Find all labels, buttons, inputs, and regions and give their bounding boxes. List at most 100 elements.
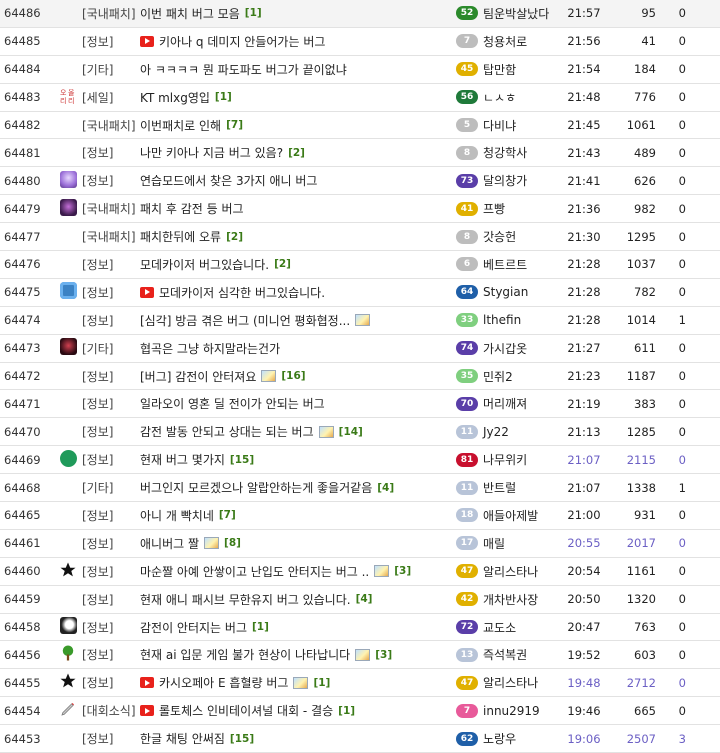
table-row[interactable]: 64476 [정보] 모데카이저 버그있습니다. [2] 6 베트르트 21:28 1037 0 xyxy=(0,251,720,279)
post-title-link[interactable]: 협곡은 그냥 하지말라는건가 xyxy=(140,340,280,357)
table-row[interactable]: 64472 [정보] [버그] 감전이 안터져요 [16] 35 민쥐2 21:23 1187… xyxy=(0,363,720,391)
author-name[interactable]: 탑만함 xyxy=(483,61,516,78)
post-title-cell[interactable]: [심각] 방금 겪은 버그 (미니언 평화협정... xyxy=(140,312,456,329)
post-title-link[interactable]: 나만 키아나 지금 버그 있음? xyxy=(140,144,283,161)
comment-count[interactable]: [1] xyxy=(313,677,330,689)
post-title-link[interactable]: 애니버그 짤 xyxy=(140,535,199,552)
post-title-cell[interactable]: KT mlxg영입 [1] xyxy=(140,89,456,106)
author-name[interactable]: 가시갑옷 xyxy=(483,340,527,357)
post-title-link[interactable]: 연습모드에서 찾은 3가지 애니 버그 xyxy=(140,172,317,189)
post-author-cell[interactable]: 52 팀운박살났다 xyxy=(456,5,562,22)
author-name[interactable]: 머리깨져 xyxy=(483,395,527,412)
author-name[interactable]: 달의창가 xyxy=(483,172,527,189)
post-author-cell[interactable]: 7 innu2919 xyxy=(456,703,562,718)
post-title-link[interactable]: 패치 후 감전 등 버그 xyxy=(140,200,244,217)
table-row[interactable]: 64485 [정보] 키아나 q 데미지 안들어가는 버그 7 청용처로 21:56 41 0 xyxy=(0,28,720,56)
post-title-cell[interactable]: 감전이 안터지는 버그 [1] xyxy=(140,619,456,636)
author-name[interactable]: 매릴 xyxy=(483,535,505,552)
post-title-link[interactable]: 일라오이 영혼 딜 전이가 안되는 버그 xyxy=(140,395,325,412)
comment-count[interactable]: [2] xyxy=(226,231,243,243)
post-title-cell[interactable]: 협곡은 그냥 하지말라는건가 xyxy=(140,340,456,357)
comment-count[interactable]: [3] xyxy=(394,565,411,577)
comment-count[interactable]: [2] xyxy=(288,147,305,159)
post-title-cell[interactable]: 이번 패치 버그 모음 [1] xyxy=(140,5,456,22)
comment-count[interactable]: [2] xyxy=(274,258,291,270)
post-title-cell[interactable]: 마순짤 아예 안쌓이고 난입도 안터지는 버그 .. [3] xyxy=(140,563,456,580)
post-title-cell[interactable]: 버그인지 모르겠으나 알랍안하는게 좋을거같음 [4] xyxy=(140,479,456,496)
post-author-cell[interactable]: 17 매릴 xyxy=(456,535,562,552)
post-author-cell[interactable]: 7 청용처로 xyxy=(456,33,562,50)
author-name[interactable]: Stygian xyxy=(483,285,528,299)
post-author-cell[interactable]: 33 lthefin xyxy=(456,313,562,328)
post-title-cell[interactable]: 한글 채팅 안써짐 [15] xyxy=(140,730,456,747)
author-name[interactable]: 팀운박살났다 xyxy=(483,5,549,22)
post-author-cell[interactable]: 8 갓승헌 xyxy=(456,228,562,245)
post-title-cell[interactable]: 애니버그 짤 [8] xyxy=(140,535,456,552)
post-author-cell[interactable]: 47 알리스타나 xyxy=(456,563,562,580)
post-author-cell[interactable]: 18 애들아제발 xyxy=(456,507,562,524)
author-name[interactable]: 베트르트 xyxy=(483,256,527,273)
comment-count[interactable]: [1] xyxy=(338,705,355,717)
comment-count[interactable]: [7] xyxy=(219,509,236,521)
post-title-cell[interactable]: 일라오이 영혼 딜 전이가 안되는 버그 xyxy=(140,395,456,412)
post-title-cell[interactable]: 모데카이저 버그있습니다. [2] xyxy=(140,256,456,273)
post-title-link[interactable]: 현재 ai 입문 게임 불가 현상이 나타납니다 xyxy=(140,646,350,663)
author-name[interactable]: 청강학사 xyxy=(483,144,527,161)
post-title-cell[interactable]: 아니 개 빡치네 [7] xyxy=(140,507,456,524)
post-author-cell[interactable]: 8 청강학사 xyxy=(456,144,562,161)
post-title-cell[interactable]: 카시오페아 E 흡혈량 버그 [1] xyxy=(140,674,456,691)
author-name[interactable]: 반트럴 xyxy=(483,479,516,496)
post-title-link[interactable]: 한글 채팅 안써짐 xyxy=(140,730,225,747)
post-author-cell[interactable]: 56 ㄴㅅㅎ xyxy=(456,89,562,106)
table-row[interactable]: 64456 [정보] 현재 ai 입문 게임 불가 현상이 나타납니다 [3] 13 즉석… xyxy=(0,641,720,670)
post-author-cell[interactable]: 64 Stygian xyxy=(456,285,562,300)
table-row[interactable]: 64454 [대회소식] 롤토체스 인비테이셔널 대회 - 결승 [1] 7 innu29… xyxy=(0,697,720,726)
post-title-cell[interactable]: 모데카이저 심각한 버그있습니다. xyxy=(140,284,456,301)
post-title-cell[interactable]: 연습모드에서 찾은 3가지 애니 버그 xyxy=(140,172,456,189)
post-title-link[interactable]: 키아나 q 데미지 안들어가는 버그 xyxy=(159,33,325,50)
author-name[interactable]: 애들아제발 xyxy=(483,507,538,524)
comment-count[interactable]: [4] xyxy=(377,482,394,494)
post-title-link[interactable]: 패치한뒤에 오류 xyxy=(140,228,221,245)
post-title-cell[interactable]: 현재 애니 패시브 무한유지 버그 있습니다. [4] xyxy=(140,591,456,608)
author-name[interactable]: 개차반사장 xyxy=(483,591,538,608)
post-author-cell[interactable]: 41 프빵 xyxy=(456,200,562,217)
author-name[interactable]: 나무위키 xyxy=(483,451,527,468)
author-name[interactable]: 다비냐 xyxy=(483,117,516,134)
post-author-cell[interactable]: 47 알리스타나 xyxy=(456,674,562,691)
author-name[interactable]: ㄴㅅㅎ xyxy=(483,89,516,106)
table-row[interactable]: 64480 [정보] 연습모드에서 찾은 3가지 애니 버그 73 달의창가 21:41 6… xyxy=(0,167,720,196)
author-name[interactable]: 청용처로 xyxy=(483,33,527,50)
author-name[interactable]: 노랑우 xyxy=(483,730,516,747)
comment-count[interactable]: [1] xyxy=(245,7,262,19)
post-title-link[interactable]: 현재 애니 패시브 무한유지 버그 있습니다. xyxy=(140,591,351,608)
author-name[interactable]: lthefin xyxy=(483,313,521,327)
post-title-cell[interactable]: [버그] 감전이 안터져요 [16] xyxy=(140,368,456,385)
comment-count[interactable]: [15] xyxy=(230,454,254,466)
table-row[interactable]: 64474 [정보] [심각] 방금 겪은 버그 (미니언 평화협정... 33 lth… xyxy=(0,307,720,335)
table-row[interactable]: 64459 [정보] 현재 애니 패시브 무한유지 버그 있습니다. [4] 42 개차반… xyxy=(0,586,720,614)
post-author-cell[interactable]: 11 Jy22 xyxy=(456,424,562,439)
author-name[interactable]: Jy22 xyxy=(483,425,509,439)
post-author-cell[interactable]: 62 노랑우 xyxy=(456,730,562,747)
post-title-link[interactable]: 이번 패치 버그 모음 xyxy=(140,5,240,22)
author-name[interactable]: 알리스타나 xyxy=(483,563,538,580)
table-row[interactable]: 64481 [정보] 나만 키아나 지금 버그 있음? [2] 8 청강학사 21:43 48… xyxy=(0,139,720,168)
post-author-cell[interactable]: 72 교도소 xyxy=(456,619,562,636)
author-name[interactable]: 프빵 xyxy=(483,200,505,217)
table-row[interactable]: 64475 [정보] 모데카이저 심각한 버그있습니다. 64 Stygian 21:28… xyxy=(0,279,720,307)
post-title-cell[interactable]: 감전 발동 안되고 상대는 되는 버그 [14] xyxy=(140,423,456,440)
author-name[interactable]: 교도소 xyxy=(483,619,516,636)
post-title-link[interactable]: 카시오페아 E 흡혈량 버그 xyxy=(159,674,288,691)
post-title-link[interactable]: 롤토체스 인비테이셔널 대회 - 결승 xyxy=(159,702,333,719)
author-name[interactable]: 갓승헌 xyxy=(483,228,516,245)
post-author-cell[interactable]: 81 나무위키 xyxy=(456,451,562,468)
comment-count[interactable]: [7] xyxy=(226,119,243,131)
table-row[interactable]: 64483 오 리 올 리 [세일] KT mlxg영입 [1] 56 ㄴㅅㅎ 21:48 776 0 xyxy=(0,84,720,112)
post-author-cell[interactable]: 42 개차반사장 xyxy=(456,591,562,608)
post-title-link[interactable]: 모데카이저 버그있습니다. xyxy=(140,256,269,273)
table-row[interactable]: 64470 [정보] 감전 발동 안되고 상대는 되는 버그 [14] 11 Jy22 21… xyxy=(0,418,720,447)
post-title-link[interactable]: 모데카이저 심각한 버그있습니다. xyxy=(159,284,325,301)
table-row[interactable]: 64460 [정보] 마순짤 아예 안쌓이고 난입도 안터지는 버그 .. [3] 47… xyxy=(0,558,720,586)
comment-count[interactable]: [14] xyxy=(339,426,363,438)
